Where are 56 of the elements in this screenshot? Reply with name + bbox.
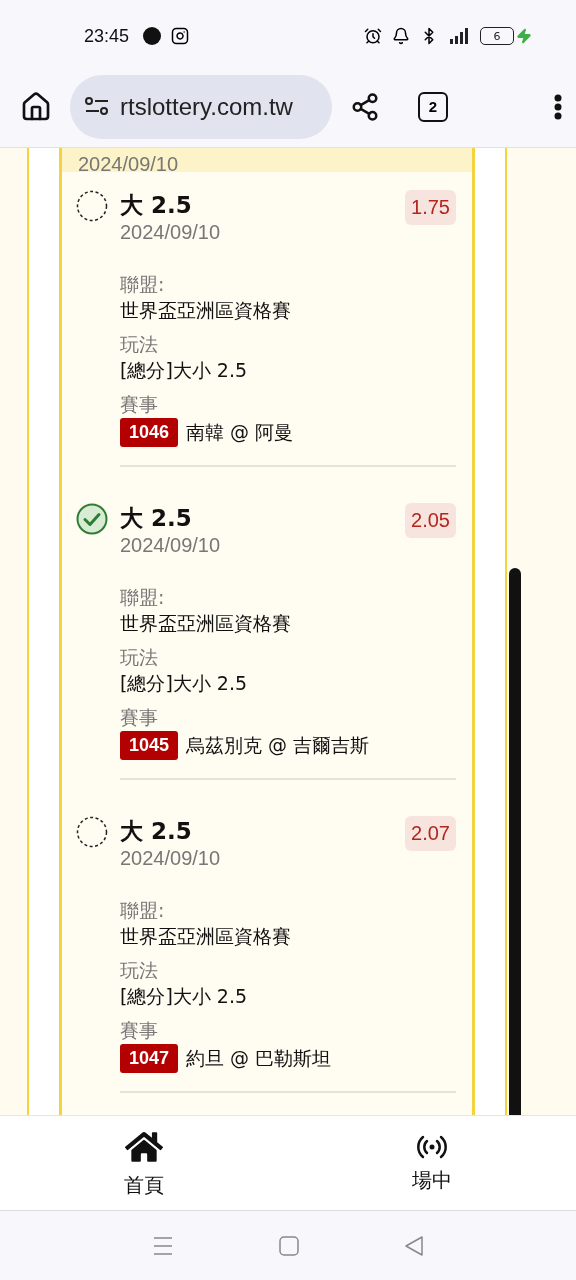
odds-badge: 1.75 [405, 190, 456, 225]
camera-icon [171, 27, 190, 45]
site-settings-icon[interactable] [84, 95, 110, 118]
match-teams: 南韓 @ 阿曼 [186, 419, 294, 445]
bet-pick: 大 2.5 [120, 504, 193, 533]
league-name: 世界盃亞洲區資格賽 [120, 298, 292, 323]
share-button[interactable] [350, 91, 380, 122]
market-label: 玩法 [120, 958, 159, 983]
status-time: 23:45 [84, 25, 130, 47]
market-name: [總分]大小 2.5 [120, 358, 249, 383]
bet-pick: 大 2.5 [120, 817, 193, 846]
bet-date: 2024/09/10 [120, 847, 221, 870]
header-date: 2024/09/10 [78, 154, 179, 172]
home-icon [20, 90, 52, 123]
app-notification-icon [143, 27, 162, 45]
market-label: 玩法 [120, 645, 159, 670]
league-label: 聯盟: [120, 272, 166, 297]
match-label: 賽事 [120, 1018, 159, 1043]
bet-date: 2024/09/10 [120, 534, 221, 557]
league-name: 世界盃亞洲區資格賽 [120, 611, 292, 636]
nav-tab[interactable]: 首頁 [0, 1116, 288, 1210]
odds-badge: 2.07 [405, 816, 456, 851]
home-nav-button[interactable] [279, 1235, 299, 1256]
odds-badge: 2.05 [405, 503, 456, 538]
url-text: rtslottery.com.tw [120, 92, 293, 121]
match-number: 1046 [120, 418, 179, 447]
signal-icon [448, 27, 470, 45]
market-label: 玩法 [120, 332, 159, 357]
menu-button[interactable] [554, 93, 562, 120]
match-label: 賽事 [120, 705, 159, 730]
match-number: 1045 [120, 731, 179, 760]
match-teams: 烏茲別克 @ 吉爾吉斯 [186, 732, 370, 758]
league-name: 世界盃亞洲區資格賽 [120, 924, 292, 949]
menu-icon [554, 93, 562, 120]
radio-circle-icon[interactable] [76, 816, 108, 848]
charging-icon [516, 28, 532, 44]
home-button[interactable] [20, 90, 52, 123]
market-name: [總分]大小 2.5 [120, 671, 249, 696]
battery-level: 6 [480, 27, 514, 45]
alarm-icon [364, 27, 382, 45]
share-icon [350, 91, 380, 122]
tab-count-button[interactable]: 2 [418, 91, 448, 122]
nav-tab[interactable]: 場中 [288, 1116, 576, 1210]
league-label: 聯盟: [120, 585, 166, 610]
address-bar[interactable]: rtslottery.com.tw [70, 74, 332, 139]
check-circle-icon[interactable] [76, 503, 108, 535]
market-name: [總分]大小 2.5 [120, 984, 249, 1009]
match-teams: 約旦 @ 巴勒斯坦 [186, 1045, 332, 1071]
league-label: 聯盟: [120, 898, 166, 923]
bell-icon [392, 27, 410, 45]
bet-pick: 大 2.5 [120, 191, 193, 220]
match-number: 1047 [120, 1044, 179, 1073]
match-label: 賽事 [120, 392, 159, 417]
bet-date: 2024/09/10 [120, 221, 221, 244]
back-button[interactable] [403, 1234, 424, 1257]
radio-circle-icon[interactable] [76, 190, 108, 222]
